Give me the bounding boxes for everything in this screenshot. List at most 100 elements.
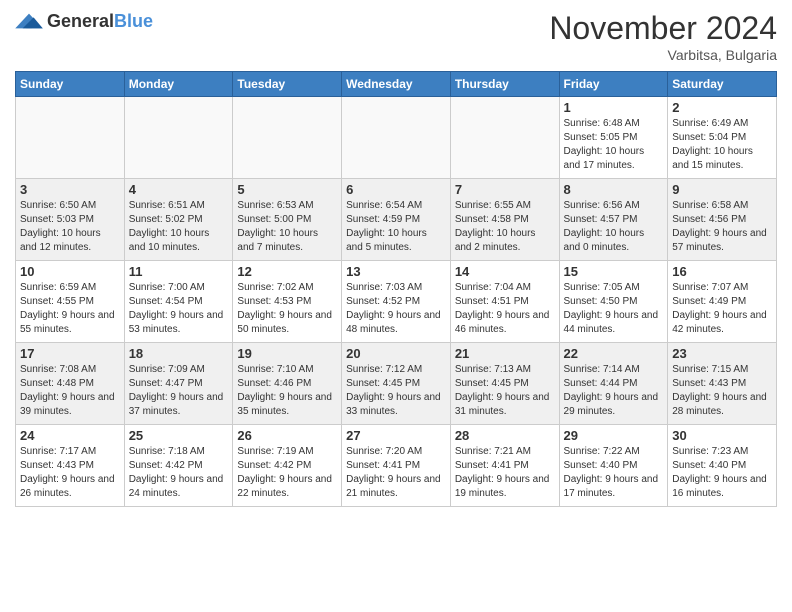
day-number: 24 (20, 428, 120, 443)
day-info: Sunrise: 6:49 AMSunset: 5:04 PMDaylight:… (672, 117, 772, 173)
day-info: Sunrise: 7:17 AMSunset: 4:43 PMDaylight:… (20, 445, 120, 501)
day-number: 19 (237, 346, 337, 361)
day-number: 28 (455, 428, 555, 443)
calendar-day-cell: 11 Sunrise: 7:00 AMSunset: 4:54 PMDayligh… (124, 261, 233, 343)
calendar-day-cell (16, 97, 125, 179)
day-info: Sunrise: 6:58 AMSunset: 4:56 PMDaylight:… (672, 199, 772, 255)
calendar-day-cell: 26 Sunrise: 7:19 AMSunset: 4:42 PMDayligh… (233, 425, 342, 507)
header-tuesday: Tuesday (233, 72, 342, 97)
day-number: 4 (129, 182, 229, 197)
day-info: Sunrise: 6:54 AMSunset: 4:59 PMDaylight:… (346, 199, 446, 255)
header-wednesday: Wednesday (342, 72, 451, 97)
day-number: 9 (672, 182, 772, 197)
calendar-day-cell: 29 Sunrise: 7:22 AMSunset: 4:40 PMDayligh… (559, 425, 668, 507)
day-info: Sunrise: 7:20 AMSunset: 4:41 PMDaylight:… (346, 445, 446, 501)
day-number: 8 (564, 182, 664, 197)
day-number: 12 (237, 264, 337, 279)
calendar-day-cell: 4 Sunrise: 6:51 AMSunset: 5:02 PMDaylight… (124, 179, 233, 261)
day-info: Sunrise: 6:48 AMSunset: 5:05 PMDaylight:… (564, 117, 664, 173)
calendar-day-cell: 27Sunrise: 7:20 AMSunset: 4:41 PMDayligh… (342, 425, 451, 507)
calendar-day-cell: 14 Sunrise: 7:04 AMSunset: 4:51 PMDayligh… (450, 261, 559, 343)
day-info: Sunrise: 7:23 AMSunset: 4:40 PMDaylight:… (672, 445, 772, 501)
day-info: Sunrise: 6:55 AMSunset: 4:58 PMDaylight:… (455, 199, 555, 255)
calendar-day-cell (124, 97, 233, 179)
day-number: 30 (672, 428, 772, 443)
day-info: Sunrise: 7:22 AMSunset: 4:40 PMDaylight:… (564, 445, 664, 501)
calendar-day-cell: 19 Sunrise: 7:10 AMSunset: 4:46 PMDayligh… (233, 343, 342, 425)
calendar-day-cell: 17 Sunrise: 7:08 AMSunset: 4:48 PMDayligh… (16, 343, 125, 425)
calendar-day-cell: 18Sunrise: 7:09 AMSunset: 4:47 PMDayligh… (124, 343, 233, 425)
logo-blue: Blue (114, 11, 153, 31)
weekday-header-row: Sunday Monday Tuesday Wednesday Thursday… (16, 72, 777, 97)
day-info: Sunrise: 6:51 AMSunset: 5:02 PMDaylight:… (129, 199, 229, 255)
calendar-week-row: 1 Sunrise: 6:48 AMSunset: 5:05 PMDaylight… (16, 97, 777, 179)
calendar-day-cell: 7 Sunrise: 6:55 AMSunset: 4:58 PMDaylight… (450, 179, 559, 261)
page-header: GeneralBlue November 2024 Varbitsa, Bulg… (15, 10, 777, 63)
day-number: 6 (346, 182, 446, 197)
day-info: Sunrise: 7:15 AMSunset: 4:43 PMDaylight:… (672, 363, 772, 419)
day-number: 1 (564, 100, 664, 115)
calendar-day-cell: 8Sunrise: 6:56 AMSunset: 4:57 PMDaylight… (559, 179, 668, 261)
calendar-day-cell: 13 Sunrise: 7:03 AMSunset: 4:52 PMDayligh… (342, 261, 451, 343)
calendar-day-cell (233, 97, 342, 179)
calendar-day-cell: 9 Sunrise: 6:58 AMSunset: 4:56 PMDaylight… (668, 179, 777, 261)
day-number: 7 (455, 182, 555, 197)
day-info: Sunrise: 7:09 AMSunset: 4:47 PMDaylight:… (129, 363, 229, 419)
day-number: 20 (346, 346, 446, 361)
day-number: 26 (237, 428, 337, 443)
day-info: Sunrise: 7:13 AMSunset: 4:45 PMDaylight:… (455, 363, 555, 419)
day-info: Sunrise: 7:02 AMSunset: 4:53 PMDaylight:… (237, 281, 337, 337)
calendar-day-cell: 10Sunrise: 6:59 AMSunset: 4:55 PMDayligh… (16, 261, 125, 343)
day-info: Sunrise: 7:10 AMSunset: 4:46 PMDaylight:… (237, 363, 337, 419)
calendar-day-cell: 20 Sunrise: 7:12 AMSunset: 4:45 PMDayligh… (342, 343, 451, 425)
header-saturday: Saturday (668, 72, 777, 97)
day-number: 14 (455, 264, 555, 279)
logo: GeneralBlue (15, 10, 153, 32)
day-info: Sunrise: 7:14 AMSunset: 4:44 PMDaylight:… (564, 363, 664, 419)
calendar-day-cell: 5 Sunrise: 6:53 AMSunset: 5:00 PMDaylight… (233, 179, 342, 261)
day-info: Sunrise: 7:04 AMSunset: 4:51 PMDaylight:… (455, 281, 555, 337)
day-info: Sunrise: 7:07 AMSunset: 4:49 PMDaylight:… (672, 281, 772, 337)
header-sunday: Sunday (16, 72, 125, 97)
calendar-day-cell: 25 Sunrise: 7:18 AMSunset: 4:42 PMDayligh… (124, 425, 233, 507)
day-info: Sunrise: 7:21 AMSunset: 4:41 PMDaylight:… (455, 445, 555, 501)
calendar-day-cell: 3Sunrise: 6:50 AMSunset: 5:03 PMDaylight… (16, 179, 125, 261)
month-title: November 2024 (549, 10, 777, 47)
day-number: 11 (129, 264, 229, 279)
logo-icon (15, 10, 43, 32)
calendar-week-row: 3Sunrise: 6:50 AMSunset: 5:03 PMDaylight… (16, 179, 777, 261)
calendar-day-cell: 23 Sunrise: 7:15 AMSunset: 4:43 PMDayligh… (668, 343, 777, 425)
calendar-table: Sunday Monday Tuesday Wednesday Thursday… (15, 71, 777, 507)
calendar-day-cell (450, 97, 559, 179)
calendar-day-cell: 21 Sunrise: 7:13 AMSunset: 4:45 PMDayligh… (450, 343, 559, 425)
logo-general: General (47, 11, 114, 31)
day-info: Sunrise: 7:03 AMSunset: 4:52 PMDaylight:… (346, 281, 446, 337)
calendar-day-cell: 24 Sunrise: 7:17 AMSunset: 4:43 PMDayligh… (16, 425, 125, 507)
day-number: 21 (455, 346, 555, 361)
day-info: Sunrise: 7:12 AMSunset: 4:45 PMDaylight:… (346, 363, 446, 419)
day-info: Sunrise: 7:08 AMSunset: 4:48 PMDaylight:… (20, 363, 120, 419)
day-number: 25 (129, 428, 229, 443)
calendar-day-cell: 16 Sunrise: 7:07 AMSunset: 4:49 PMDayligh… (668, 261, 777, 343)
calendar-day-cell: 28 Sunrise: 7:21 AMSunset: 4:41 PMDayligh… (450, 425, 559, 507)
day-info: Sunrise: 7:19 AMSunset: 4:42 PMDaylight:… (237, 445, 337, 501)
day-info: Sunrise: 6:53 AMSunset: 5:00 PMDaylight:… (237, 199, 337, 255)
day-number: 5 (237, 182, 337, 197)
header-friday: Friday (559, 72, 668, 97)
day-info: Sunrise: 7:05 AMSunset: 4:50 PMDaylight:… (564, 281, 664, 337)
day-info: Sunrise: 6:59 AMSunset: 4:55 PMDaylight:… (20, 281, 120, 337)
location: Varbitsa, Bulgaria (549, 47, 777, 63)
calendar-day-cell: 1 Sunrise: 6:48 AMSunset: 5:05 PMDaylight… (559, 97, 668, 179)
title-block: November 2024 Varbitsa, Bulgaria (549, 10, 777, 63)
day-number: 3 (20, 182, 120, 197)
calendar-day-cell: 15Sunrise: 7:05 AMSunset: 4:50 PMDayligh… (559, 261, 668, 343)
day-info: Sunrise: 7:18 AMSunset: 4:42 PMDaylight:… (129, 445, 229, 501)
day-number: 17 (20, 346, 120, 361)
day-number: 23 (672, 346, 772, 361)
day-number: 16 (672, 264, 772, 279)
calendar-day-cell: 2Sunrise: 6:49 AMSunset: 5:04 PMDaylight… (668, 97, 777, 179)
day-number: 29 (564, 428, 664, 443)
calendar-day-cell: 12 Sunrise: 7:02 AMSunset: 4:53 PMDayligh… (233, 261, 342, 343)
day-number: 13 (346, 264, 446, 279)
day-info: Sunrise: 7:00 AMSunset: 4:54 PMDaylight:… (129, 281, 229, 337)
